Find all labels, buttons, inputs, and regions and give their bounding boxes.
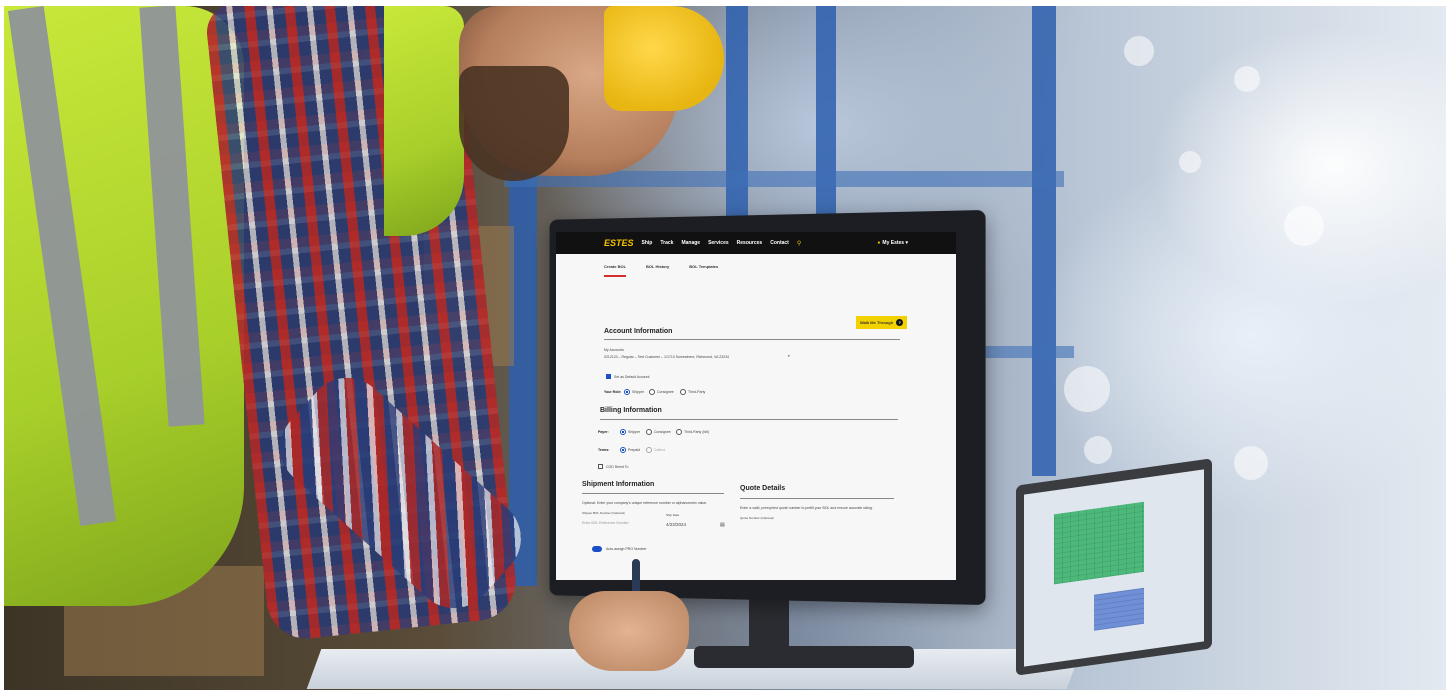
- light-bokeh: [1064, 366, 1110, 412]
- payer-shipper-radio[interactable]: [620, 429, 626, 435]
- billing-heading: Billing Information: [600, 407, 662, 414]
- role-shipper-radio[interactable]: [624, 389, 630, 395]
- hard-hat: [604, 6, 724, 111]
- payer-consignee-label: Consignee: [654, 430, 671, 434]
- light-bokeh: [1124, 36, 1154, 66]
- walk-me-through-button[interactable]: Walk Me Through?: [856, 316, 908, 329]
- spreadsheet-blue-block: [1094, 587, 1144, 631]
- payer-third-party-radio[interactable]: [676, 429, 682, 435]
- tab-create-bol[interactable]: Create BOL: [604, 264, 627, 277]
- nav-ship[interactable]: Ship: [642, 240, 653, 246]
- rack-upright: [816, 6, 836, 236]
- shipment-heading: Shipment Information: [582, 481, 655, 488]
- payer-shipper-label: Shipper: [628, 430, 641, 434]
- monitor-screen: ESTES Ship Track Manage Services Resourc…: [556, 232, 956, 580]
- estes-logo[interactable]: ESTES: [604, 238, 634, 248]
- rack-upright: [726, 6, 748, 236]
- user-icon: ●: [877, 240, 881, 246]
- divider: [604, 339, 900, 340]
- rack-upright: [1032, 6, 1056, 476]
- nav-contact[interactable]: Contact: [770, 240, 789, 246]
- terms-collect-label: Collect: [654, 448, 665, 452]
- account-heading: Account Information: [604, 328, 673, 335]
- light-bokeh: [1179, 151, 1201, 173]
- account-field-label: My Accounts: [604, 348, 624, 352]
- quote-description: Enter a valid, preexpired quote number t…: [740, 506, 873, 510]
- default-account-label: Set as Default Account: [614, 375, 650, 379]
- worker-beard: [459, 66, 569, 181]
- payer-third-party-label: Third-Party (bill): [684, 430, 709, 434]
- terms-label: Terms:: [598, 448, 610, 452]
- ship-date-label: Ship Date: [666, 513, 680, 517]
- light-bokeh: [1084, 436, 1112, 464]
- role-shipper-label: Shipper: [632, 390, 645, 394]
- divider: [740, 498, 894, 499]
- bol-tabs: Create BOL BOL History BOL Templates: [604, 264, 718, 277]
- spreadsheet-green-block: [1054, 501, 1144, 585]
- divider: [582, 493, 724, 494]
- role-third-party-label: Third-Party: [688, 390, 706, 394]
- account-select[interactable]: 0212123 – Regular – Test Customer – 1/17…: [604, 355, 729, 359]
- payer-consignee-radio[interactable]: [646, 429, 652, 435]
- auto-pro-toggle[interactable]: [592, 546, 602, 552]
- my-estes-menu[interactable]: ● My Estes ▾: [877, 240, 908, 246]
- divider: [600, 419, 898, 420]
- walk-label: Walk Me Through: [860, 320, 894, 325]
- ship-date-input[interactable]: 4/23/2024: [666, 522, 686, 527]
- help-icon: ?: [896, 319, 904, 326]
- chevron-down-icon: ▾: [788, 354, 790, 358]
- tab-bol-history[interactable]: BOL History: [646, 264, 669, 277]
- role-consignee-label: Consignee: [657, 390, 674, 394]
- cod-remit-label: COD Remit To: [606, 465, 629, 469]
- terms-prepaid-radio[interactable]: [620, 447, 626, 453]
- my-estes-label: My Estes: [882, 240, 905, 246]
- terms-collect-radio[interactable]: [646, 447, 652, 453]
- light-bokeh: [1234, 446, 1268, 480]
- cod-remit-checkbox[interactable]: [598, 464, 603, 469]
- role-consignee-radio[interactable]: [649, 389, 655, 395]
- ref-input[interactable]: Enter BOL Reference Number: [582, 521, 629, 525]
- monitor-base: [694, 646, 914, 668]
- ref-field-label: Shipper BOL Number (Optional): [582, 511, 625, 515]
- auto-pro-label: Auto-assign PRO Number: [606, 547, 647, 551]
- payer-label: Payer:: [598, 430, 609, 434]
- worker-hand: [569, 591, 689, 671]
- laptop-screen: [1024, 469, 1204, 667]
- default-account-checkbox[interactable]: [606, 374, 611, 379]
- calendar-icon[interactable]: ▤: [720, 522, 725, 528]
- nav-manage[interactable]: Manage: [681, 240, 700, 246]
- search-icon[interactable]: ⚲: [797, 240, 801, 247]
- quote-field-label: Quote Number (Optional): [740, 516, 774, 520]
- terms-prepaid-label: Prepaid: [628, 448, 641, 452]
- safety-vest-front: [384, 6, 464, 236]
- nav-track[interactable]: Track: [660, 240, 673, 246]
- nav-services[interactable]: Services: [708, 240, 729, 246]
- role-third-party-radio[interactable]: [680, 389, 686, 395]
- top-nav: ESTES Ship Track Manage Services Resourc…: [556, 232, 956, 254]
- nav-resources[interactable]: Resources: [737, 240, 763, 246]
- quote-heading: Quote Details: [740, 485, 786, 492]
- tab-bol-templates[interactable]: BOL Templates: [689, 264, 718, 277]
- light-bokeh: [1234, 66, 1260, 92]
- role-label: Your Role:: [604, 390, 622, 394]
- warehouse-scene: ESTES Ship Track Manage Services Resourc…: [4, 6, 1446, 690]
- light-bokeh: [1284, 206, 1324, 246]
- shipment-description: Optional: Enter your company's unique re…: [582, 501, 708, 505]
